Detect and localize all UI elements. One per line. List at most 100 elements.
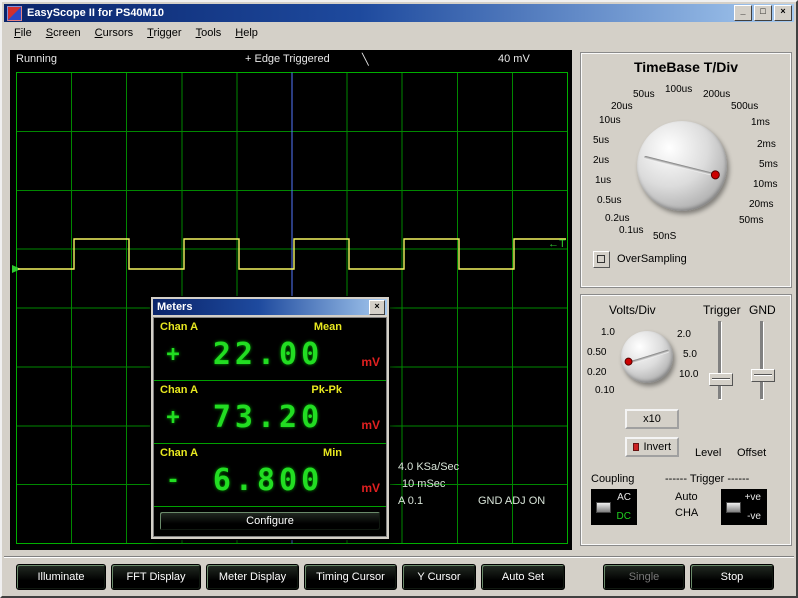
menu-file[interactable]: File — [7, 24, 39, 42]
voltsdiv-label: 0.10 — [595, 385, 614, 396]
positive-edge-label: +ve — [745, 492, 761, 503]
meter-unit: mV — [350, 481, 380, 501]
dialog-close-icon[interactable]: × — [369, 300, 385, 315]
volts-per-div-readout: 40 mV — [498, 53, 530, 65]
negative-edge-label: -ve — [747, 511, 761, 522]
maximize-icon[interactable]: □ — [754, 5, 772, 21]
trigger-level-marker[interactable]: ←T — [548, 238, 566, 250]
trigger-level-slider-track — [718, 321, 721, 399]
voltsdiv-label: 5.0 — [683, 349, 697, 360]
voltsdiv-label: 0.50 — [587, 347, 606, 358]
menu-help[interactable]: Help — [228, 24, 265, 42]
timebase-label: 10us — [599, 115, 621, 126]
window-title: EasyScope II for PS40M10 — [27, 7, 732, 19]
fft-display-button[interactable]: FFT Display — [111, 564, 201, 590]
titlebar[interactable]: EasyScope II for PS40M10 _ □ × — [4, 4, 794, 22]
meter-row-mean: Chan A Mean + 22.00 mV — [154, 318, 386, 381]
timebase-knob[interactable] — [637, 121, 727, 211]
meters-dialog: Meters × Chan A Mean + 22.00 mV Chan A P… — [150, 296, 390, 540]
timebase-label: 200us — [703, 89, 730, 100]
menu-trigger[interactable]: Trigger — [140, 24, 188, 42]
meters-dialog-title: Meters — [157, 301, 192, 313]
gnd-offset-slider-handle[interactable] — [751, 369, 775, 382]
coupling-label: Coupling — [591, 473, 634, 485]
timebase-label: 20us — [611, 101, 633, 112]
oversampling-checkbox[interactable] — [593, 251, 610, 268]
meter-metric: Pk-Pk — [311, 384, 342, 396]
meter-display-button[interactable]: Meter Display — [206, 564, 299, 590]
illuminate-button[interactable]: Illuminate — [16, 564, 106, 590]
timebase-label: 5us — [593, 135, 609, 146]
menu-screen[interactable]: Screen — [39, 24, 88, 42]
trigger-mode-status: + Edge Triggered — [245, 53, 330, 65]
invert-label: Invert — [643, 441, 671, 453]
single-button[interactable]: Single — [603, 564, 685, 590]
coupling-switch[interactable]: AC DC — [591, 489, 637, 525]
meter-metric: Min — [323, 447, 342, 459]
knob-indicator-dot — [624, 357, 634, 367]
meter-sign: + — [160, 342, 186, 367]
timebase-panel: TimeBase T/Div 20us 50us 100us 200us 500… — [580, 52, 792, 288]
auto-label: Auto — [675, 491, 698, 503]
configure-button[interactable]: Configure — [159, 511, 381, 531]
meter-value: 73.20 — [186, 400, 350, 435]
voltsdiv-label: 0.20 — [587, 367, 606, 378]
timebase-label: 500us — [731, 101, 758, 112]
channel-scale-readout: A 0.1 — [398, 495, 423, 507]
voltsdiv-knob[interactable] — [621, 331, 673, 383]
menu-cursors[interactable]: Cursors — [88, 24, 141, 42]
oversampling-label: OverSampling — [617, 253, 687, 265]
trigger-level-slider-handle[interactable] — [709, 373, 733, 386]
x10-button[interactable]: x10 — [625, 409, 679, 429]
ac-label: AC — [617, 492, 631, 503]
meter-channel: Chan A — [160, 447, 198, 459]
menu-tools[interactable]: Tools — [189, 24, 229, 42]
meter-value: 6.800 — [186, 463, 350, 498]
offset-label: Offset — [737, 447, 766, 459]
stop-button[interactable]: Stop — [690, 564, 774, 590]
timebase-label: 1us — [595, 175, 611, 186]
voltsdiv-label: 1.0 — [601, 327, 615, 338]
configure-row: Configure — [154, 507, 386, 536]
trigger-section-label: ------ Trigger ------ — [665, 473, 749, 485]
close-icon[interactable]: × — [774, 5, 792, 21]
voltsdiv-title: Volts/Div — [609, 303, 656, 317]
trigger-slope-switch[interactable]: +ve -ve — [721, 489, 767, 525]
meter-sign: + — [160, 405, 186, 430]
y-cursor-button[interactable]: Y Cursor — [402, 564, 476, 590]
invert-led-icon — [633, 443, 639, 451]
app-icon — [7, 6, 22, 21]
minimize-icon[interactable]: _ — [734, 5, 752, 21]
run-status: Running — [16, 53, 57, 65]
timebase-label: 1ms — [751, 117, 770, 128]
timebase-label: 20ms — [749, 199, 773, 210]
invert-button[interactable]: Invert — [625, 437, 679, 457]
app-window: EasyScope II for PS40M10 _ □ × File Scre… — [0, 0, 798, 598]
sample-rate-readout: 4.0 KSa/Sec — [398, 461, 459, 473]
controls-panel: Volts/Div Trigger GND 1.0 0.50 0.20 0.10… — [580, 294, 792, 546]
level-label: Level — [695, 447, 721, 459]
meter-channel: Chan A — [160, 384, 198, 396]
trigger-slope-icon: ╲ — [362, 53, 369, 66]
timebase-label: 50us — [633, 89, 655, 100]
voltsdiv-label: 2.0 — [677, 329, 691, 340]
meter-unit: mV — [350, 418, 380, 438]
meters-dialog-body: Chan A Mean + 22.00 mV Chan A Pk-Pk + 73… — [153, 317, 387, 537]
timebase-label: 2ms — [757, 139, 776, 150]
cha-label: CHA — [675, 507, 698, 519]
meter-unit: mV — [350, 355, 380, 375]
gnd-title: GND — [749, 303, 776, 317]
timebase-label: 50nS — [653, 231, 676, 242]
knob-slot — [644, 156, 720, 178]
knob-indicator-dot — [710, 169, 721, 180]
voltsdiv-label: 10.0 — [679, 369, 698, 380]
timebase-title: TimeBase T/Div — [581, 59, 791, 75]
timebase-label: 0.1us — [619, 225, 643, 236]
meter-value: 22.00 — [186, 337, 350, 372]
auto-set-button[interactable]: Auto Set — [481, 564, 565, 590]
switch-lever-icon — [596, 502, 611, 513]
timing-cursor-button[interactable]: Timing Cursor — [304, 564, 397, 590]
meter-sign: - — [160, 468, 186, 493]
meters-dialog-titlebar[interactable]: Meters × — [153, 299, 387, 315]
meter-row-pkpk: Chan A Pk-Pk + 73.20 mV — [154, 381, 386, 444]
